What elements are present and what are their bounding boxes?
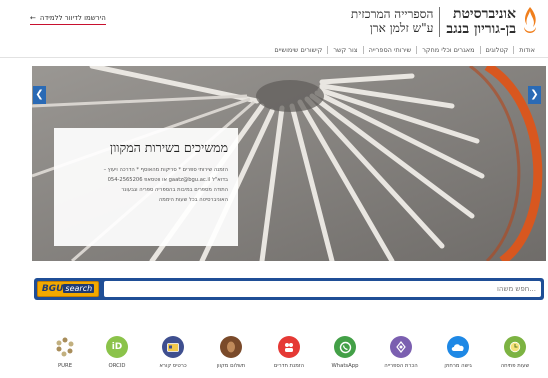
nav-item-databases[interactable]: מאגרים וכלי מחקר: [416, 46, 479, 54]
bgu-search-logo-text: BGU: [41, 284, 64, 294]
bgu-search-logo-sub: search: [63, 284, 95, 293]
university-logo[interactable]: אוניברסיטת בן-גוריון בנגב הספרייה המרכזי…: [351, 3, 540, 41]
quick-link-label: הכרת הספרייה: [384, 363, 418, 369]
clock-icon: [504, 336, 526, 358]
search-input[interactable]: [104, 281, 541, 297]
quick-link-library-tour[interactable]: הכרת הספרייה: [376, 336, 426, 369]
university-name-line1: אוניברסיטת: [452, 6, 516, 23]
quick-link-online-payment[interactable]: תשלום מקוון: [206, 336, 256, 369]
slide-text-line: האוניברסיטה בכל שעות היממה: [158, 196, 228, 203]
quick-link-pure[interactable]: PURE: [40, 336, 90, 369]
pure-icon: [54, 336, 76, 358]
nav-item-contact[interactable]: צור קשר: [327, 46, 362, 54]
quick-link-label: PURE: [57, 363, 73, 369]
register-link-label: הירשמו לדיוור ללמידה: [39, 14, 106, 22]
nav-item-services[interactable]: שירותי הספרייה: [362, 46, 417, 54]
quick-link-label: שעות פתיחה: [500, 363, 530, 369]
slide-text-line: בדוא"ל gaatz@bgu.ac.il או ווטסאפ 054-256…: [107, 176, 228, 183]
quick-link-room-booking[interactable]: הזמנת חדרים: [264, 336, 314, 369]
whatsapp-icon: [334, 336, 356, 358]
university-name: אוניברסיטת בן-גוריון בנגב: [446, 7, 516, 36]
quick-link-label: גישה מרחוק: [444, 363, 472, 369]
hero-carousel: ממשיכים בשירות המקוון הזמנה שירותי ספרים…: [32, 66, 546, 261]
nav-item-useful-links[interactable]: קישורים שימושיים: [269, 46, 327, 54]
carousel-prev-button[interactable]: ❮: [33, 86, 46, 104]
quick-link-reader-card[interactable]: כרטיס קורא: [148, 336, 198, 369]
quick-link-orcid[interactable]: iD ORCID: [92, 336, 142, 369]
chevron-left-icon: ❮: [35, 89, 44, 100]
arrow-left-icon: ←: [30, 14, 36, 22]
slide-text-line: הזמנה שירותי ספרים * סריקות מהאוסף * הדר…: [103, 167, 228, 173]
bgu-search-logo: BGU search: [37, 281, 99, 297]
quick-link-label: ORCID: [108, 363, 126, 369]
slide-title: ממשיכים בשירות המקוון: [109, 140, 228, 155]
tour-icon: [390, 336, 412, 358]
main-nav: אודות קטלוגים מאגרים וכלי מחקר שירותי הס…: [200, 44, 540, 56]
header: אוניברסיטת בן-גוריון בנגב הספרייה המרכזי…: [0, 0, 548, 44]
orcid-icon: iD: [106, 336, 128, 358]
quick-link-label: הזמנת חדרים: [273, 363, 305, 369]
nav-divider: [0, 57, 548, 58]
chevron-right-icon: ❯: [530, 89, 539, 100]
university-name-line2: בן-גוריון בנגב: [446, 21, 516, 37]
flame-logo-icon: [524, 7, 536, 33]
quick-link-label: WhatsApp: [331, 363, 359, 369]
logo-divider: [439, 7, 441, 37]
carousel-next-button[interactable]: ❯: [528, 86, 541, 104]
quick-link-opening-hours[interactable]: שעות פתיחה: [490, 336, 540, 369]
quick-links: PURE iD ORCID כרטיס קורא תשלום מקוון הזמ…: [40, 336, 540, 378]
quick-link-whatsapp[interactable]: WhatsApp: [320, 336, 370, 369]
library-name-line1: הספרייה המרכזית: [350, 7, 434, 22]
payment-icon: [220, 336, 242, 358]
register-mailing-link[interactable]: ← הירשמו לדיוור ללמידה: [30, 14, 106, 25]
quick-link-label: תשלום מקוון: [216, 363, 246, 369]
nav-item-about[interactable]: אודות: [513, 46, 540, 54]
quick-link-label: כרטיס קורא: [159, 363, 187, 369]
slide-caption-card[interactable]: ממשיכים בשירות המקוון הזמנה שירותי ספרים…: [54, 128, 238, 246]
quick-link-remote-access[interactable]: גישה מרחוק: [433, 336, 483, 369]
rooms-icon: [278, 336, 300, 358]
library-name: הספרייה המרכזית ע"ש זלמן ארן: [350, 7, 434, 36]
cloud-icon: [447, 336, 469, 358]
nav-item-catalogs[interactable]: קטלוגים: [479, 46, 514, 54]
search-bar: BGU search: [34, 278, 544, 300]
card-icon: [162, 336, 184, 358]
slide-text-line: התודה מספרים במיבות בהספריה ספריה וגבעונ…: [121, 186, 228, 193]
library-name-line2: ע"ש זלמן ארן: [369, 21, 434, 35]
